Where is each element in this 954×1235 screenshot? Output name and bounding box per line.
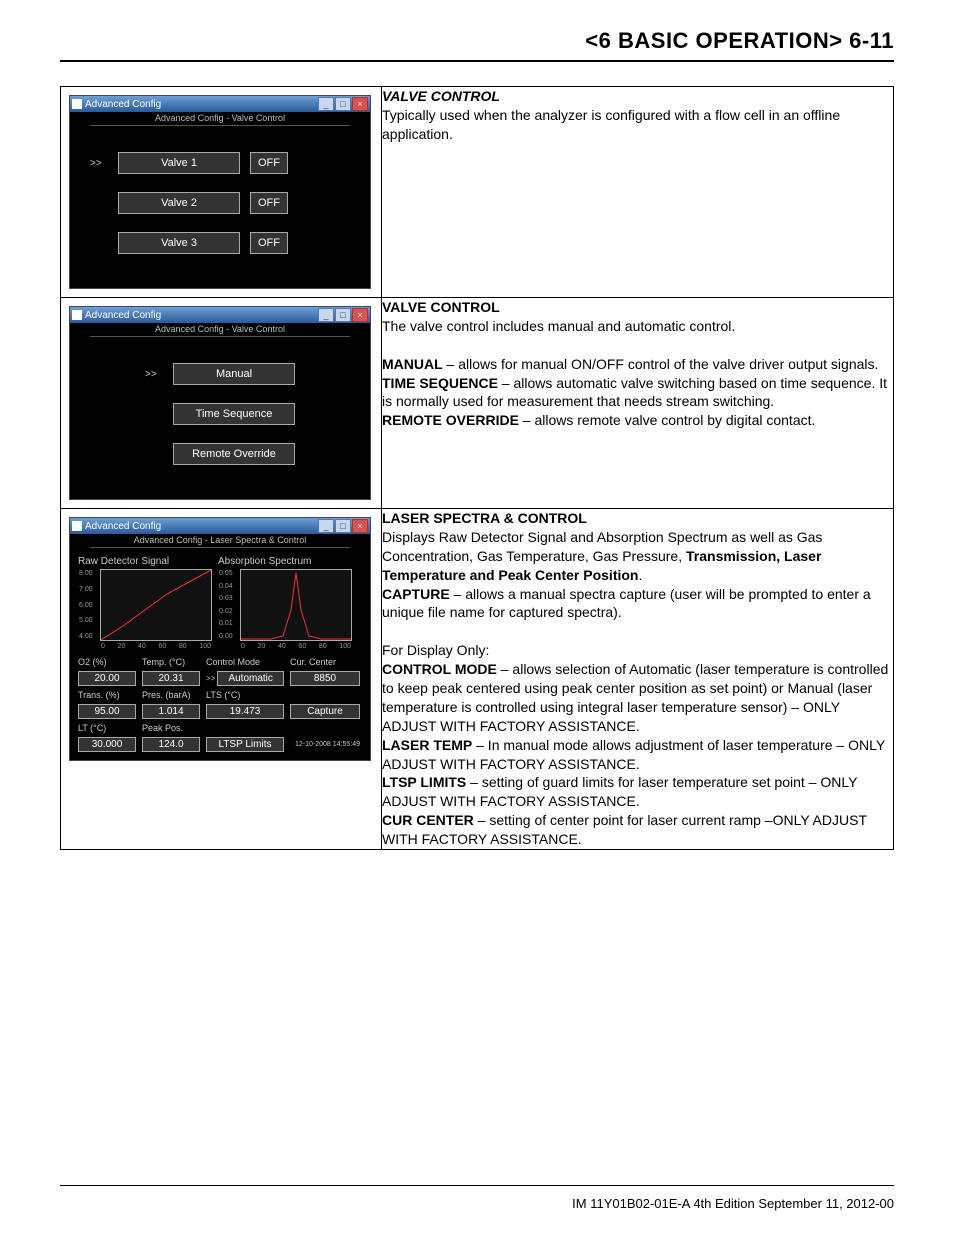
window-titlebar: Advanced Config _ □ × bbox=[70, 307, 370, 323]
window-title: Advanced Config bbox=[85, 310, 161, 321]
peak-pos-value: 124.0 bbox=[142, 737, 200, 752]
app-icon bbox=[72, 310, 82, 320]
minimize-icon[interactable]: _ bbox=[318, 97, 334, 111]
window-subtitle: Advanced Config - Laser Spectra & Contro… bbox=[90, 534, 350, 548]
raw-detector-chart: 8.007.006.005.004.00 020406080100 bbox=[100, 569, 212, 641]
page-header: <6 BASIC OPERATION> 6-11 bbox=[60, 28, 894, 62]
valve-3-button[interactable]: Valve 3 bbox=[118, 232, 240, 254]
peak-pos-label: Peak Pos. bbox=[142, 723, 200, 733]
minimize-icon[interactable]: _ bbox=[318, 308, 334, 322]
term-ltsp-limits: LTSP LIMITS – setting of guard limits fo… bbox=[382, 773, 893, 811]
display-only-label: For Display Only: bbox=[382, 641, 893, 660]
timestamp: 12-10-2008 14:55:49 bbox=[290, 741, 360, 748]
lts-value: 19.473 bbox=[206, 704, 284, 719]
page-footer: IM 11Y01B02-01E-A 4th Edition September … bbox=[60, 1185, 894, 1211]
maximize-icon[interactable]: □ bbox=[335, 308, 351, 322]
pres-value: 1.014 bbox=[142, 704, 200, 719]
screenshot-valve-mode: Advanced Config _ □ × Advanced Config - … bbox=[69, 306, 371, 500]
section-intro: The valve control includes manual and au… bbox=[382, 317, 893, 336]
trans-label: Trans. (%) bbox=[78, 690, 136, 700]
section-body: Typically used when the analyzer is conf… bbox=[382, 106, 893, 144]
valve-1-button[interactable]: Valve 1 bbox=[118, 152, 240, 174]
control-mode-label: Control Mode bbox=[206, 657, 284, 667]
chart-2-title: Absorption Spectrum bbox=[218, 556, 352, 567]
absorption-chart: 0.050.040.030.020.010.00 020406080100 bbox=[240, 569, 352, 641]
window-titlebar: Advanced Config _ □ × bbox=[70, 96, 370, 112]
chevron-right-icon: >> bbox=[90, 158, 108, 169]
window-titlebar: Advanced Config _ □ × bbox=[70, 518, 370, 534]
window-title: Advanced Config bbox=[85, 521, 161, 532]
term-time-sequence: TIME SEQUENCE – allows automatic valve s… bbox=[382, 374, 893, 412]
term-laser-temp: LASER TEMP – In manual mode allows adjus… bbox=[382, 736, 893, 774]
chevron-right-icon: >> bbox=[145, 369, 163, 380]
cur-center-label: Cur. Center bbox=[290, 657, 360, 667]
window-subtitle: Advanced Config - Valve Control bbox=[90, 323, 350, 337]
capture-button[interactable]: Capture bbox=[290, 704, 360, 719]
lt-value: 30.000 bbox=[78, 737, 136, 752]
valve-3-state[interactable]: OFF bbox=[250, 232, 288, 254]
window-title: Advanced Config bbox=[85, 99, 161, 110]
lt-label: LT (°C) bbox=[78, 723, 136, 733]
app-icon bbox=[72, 521, 82, 531]
close-icon[interactable]: × bbox=[352, 97, 368, 111]
temp-label: Temp. (°C) bbox=[142, 657, 200, 667]
valve-2-button[interactable]: Valve 2 bbox=[118, 192, 240, 214]
o2-value: 20.00 bbox=[78, 671, 136, 686]
term-manual: MANUAL – allows for manual ON/OFF contro… bbox=[382, 355, 893, 374]
maximize-icon[interactable]: □ bbox=[335, 97, 351, 111]
term-control-mode: CONTROL MODE – allows selection of Autom… bbox=[382, 660, 893, 736]
section-heading: VALVE CONTROL bbox=[382, 87, 893, 106]
section-body: Displays Raw Detector Signal and Absorpt… bbox=[382, 528, 893, 585]
o2-label: O2 (%) bbox=[78, 657, 136, 667]
manual-button[interactable]: Manual bbox=[173, 363, 295, 385]
control-mode-value[interactable]: Automatic bbox=[217, 671, 284, 686]
pres-label: Pres. (barA) bbox=[142, 690, 200, 700]
time-sequence-button[interactable]: Time Sequence bbox=[173, 403, 295, 425]
window-subtitle: Advanced Config - Valve Control bbox=[90, 112, 350, 126]
ltsp-limits-button[interactable]: LTSP Limits bbox=[206, 737, 284, 752]
chevron-right-icon: >> bbox=[206, 674, 215, 683]
cur-center-value: 8850 bbox=[290, 671, 360, 686]
term-remote-override: REMOTE OVERRIDE – allows remote valve co… bbox=[382, 411, 893, 430]
valve-2-state[interactable]: OFF bbox=[250, 192, 288, 214]
valve-1-state[interactable]: OFF bbox=[250, 152, 288, 174]
section-heading: LASER SPECTRA & CONTROL bbox=[382, 509, 893, 528]
app-icon bbox=[72, 99, 82, 109]
temp-value: 20.31 bbox=[142, 671, 200, 686]
remote-override-button[interactable]: Remote Override bbox=[173, 443, 295, 465]
term-cur-center: CUR CENTER – setting of center point for… bbox=[382, 811, 893, 849]
close-icon[interactable]: × bbox=[352, 519, 368, 533]
readings-grid: O2 (%) Temp. (°C) Control Mode Cur. Cent… bbox=[78, 657, 362, 752]
content-table: Advanced Config _ □ × Advanced Config - … bbox=[60, 86, 894, 850]
screenshot-valve-onoff: Advanced Config _ □ × Advanced Config - … bbox=[69, 95, 371, 289]
lts-label: LTS (°C) bbox=[206, 690, 284, 700]
close-icon[interactable]: × bbox=[352, 308, 368, 322]
term-capture: CAPTURE – allows a manual spectra captur… bbox=[382, 585, 893, 623]
trans-value: 95.00 bbox=[78, 704, 136, 719]
minimize-icon[interactable]: _ bbox=[318, 519, 334, 533]
screenshot-laser-spectra: Advanced Config _ □ × Advanced Config - … bbox=[69, 517, 371, 761]
maximize-icon[interactable]: □ bbox=[335, 519, 351, 533]
section-heading: VALVE CONTROL bbox=[382, 298, 893, 317]
chart-1-title: Raw Detector Signal bbox=[78, 556, 212, 567]
